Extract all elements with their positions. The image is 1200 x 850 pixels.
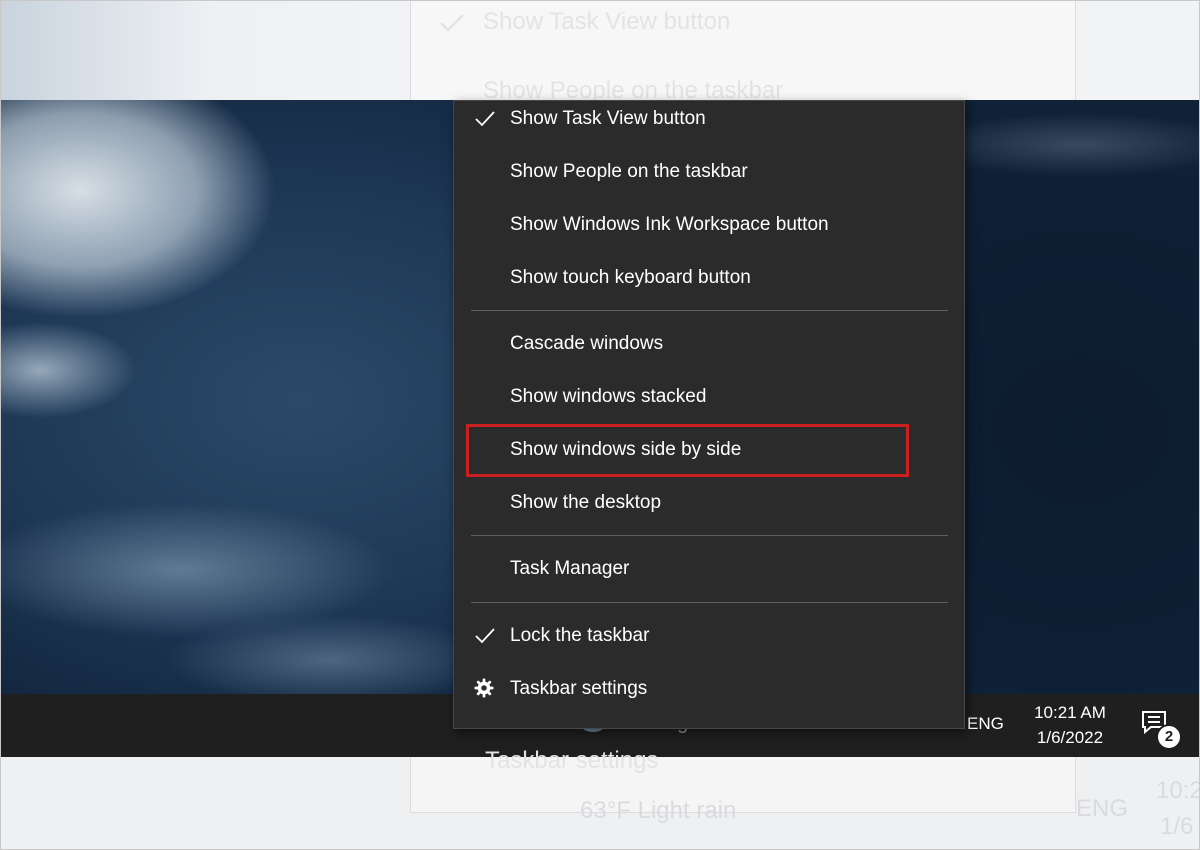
- ghost-check-icon: [440, 14, 464, 32]
- menu-item-show-windows-stacked[interactable]: Show windows stacked: [454, 372, 964, 422]
- ghost-menu-text: Taskbar settings: [485, 747, 659, 774]
- background-zoom-top: Show Task View button Show People on the…: [0, 0, 1200, 104]
- language-indicator[interactable]: ENG: [967, 714, 1004, 734]
- menu-item-task-manager[interactable]: Task Manager: [454, 544, 964, 594]
- clock[interactable]: 10:21 AM 1/6/2022: [1020, 700, 1120, 750]
- menu-item-show-task-view[interactable]: Show Task View button: [454, 94, 964, 144]
- menu-item-label: Show touch keyboard button: [510, 267, 751, 288]
- ghost-menu-panel: Taskbar settings: [410, 747, 1076, 813]
- ghost-weather-text: 63°F Light rain: [580, 797, 737, 824]
- menu-item-label: Lock the taskbar: [510, 625, 650, 646]
- menu-item-cascade-windows[interactable]: Cascade windows: [454, 319, 964, 369]
- menu-item-taskbar-settings[interactable]: Taskbar settings: [454, 664, 964, 714]
- menu-item-label: Show Task View button: [510, 108, 706, 129]
- menu-separator: [471, 602, 948, 603]
- menu-item-label: Taskbar settings: [510, 678, 648, 699]
- action-center-button[interactable]: 2: [1140, 710, 1182, 750]
- menu-item-label: Show Windows Ink Workspace button: [510, 214, 829, 235]
- ghost-time-text: 10:2: [1156, 777, 1200, 804]
- menu-item-label: Task Manager: [510, 558, 630, 579]
- notification-count-badge: 2: [1156, 724, 1182, 750]
- highlight-annotation-box: [466, 424, 909, 477]
- background-zoom-bottom: Taskbar settings 63°F Light rain ENG 10:…: [0, 747, 1200, 850]
- menu-item-label: Show windows stacked: [510, 386, 707, 407]
- menu-item-show-touch-keyboard[interactable]: Show touch keyboard button: [454, 253, 964, 303]
- menu-item-show-desktop[interactable]: Show the desktop: [454, 478, 964, 528]
- ghost-date-text: 1/6: [1160, 813, 1194, 840]
- menu-item-lock-taskbar[interactable]: Lock the taskbar: [454, 611, 964, 661]
- menu-separator: [471, 535, 948, 536]
- ghost-language-text: ENG: [1076, 795, 1129, 822]
- menu-item-show-people[interactable]: Show People on the taskbar: [454, 147, 964, 197]
- clock-date: 1/6/2022: [1036, 728, 1104, 747]
- menu-item-show-ink-workspace[interactable]: Show Windows Ink Workspace button: [454, 200, 964, 250]
- gear-icon: [474, 678, 494, 698]
- ghost-menu-panel: Show Task View button Show People on the…: [410, 0, 1076, 104]
- menu-item-label: Cascade windows: [510, 333, 664, 354]
- menu-separator: [471, 310, 948, 311]
- ghost-menu-text: Show Task View button: [483, 8, 731, 35]
- checkmark-icon: [475, 111, 495, 127]
- menu-item-label: Show the desktop: [510, 492, 662, 513]
- checkmark-icon: [475, 628, 495, 644]
- menu-item-label: Show People on the taskbar: [510, 161, 748, 182]
- taskbar-context-menu: Show Task View button Show People on the…: [453, 100, 965, 729]
- clock-time: 10:21 AM: [1034, 703, 1106, 722]
